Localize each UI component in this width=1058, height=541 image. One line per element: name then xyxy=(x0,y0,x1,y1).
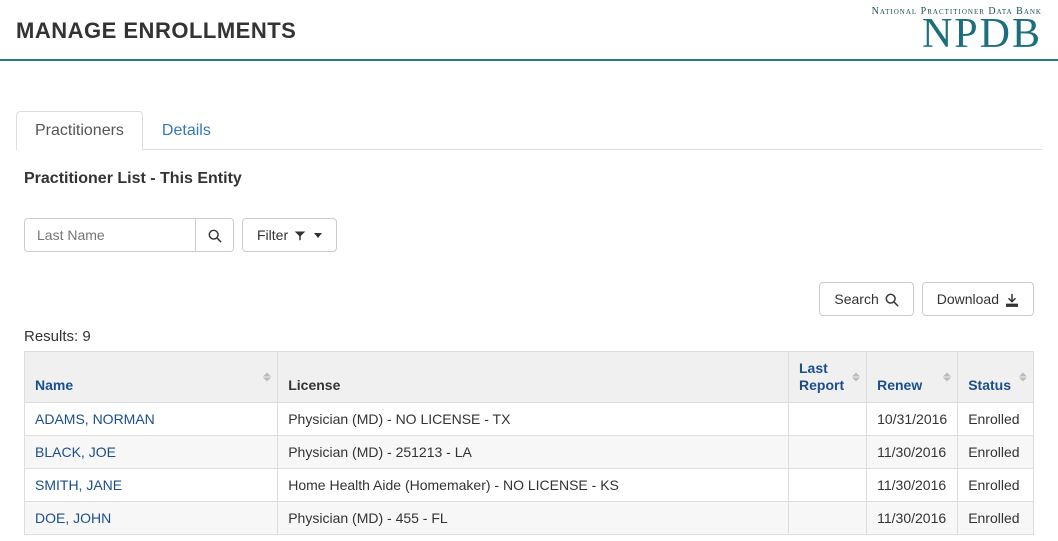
col-last-report-label: Last Report xyxy=(799,360,844,393)
filter-button[interactable]: Filter xyxy=(242,218,337,252)
cell-renew: 10/31/2016 xyxy=(867,402,958,435)
cell-name: SMITH, JANE xyxy=(25,468,278,501)
cell-license: Home Health Aide (Homemaker) - NO LICENS… xyxy=(278,468,789,501)
cell-license: Physician (MD) - 455 - FL xyxy=(278,501,789,534)
col-renew-label: Renew xyxy=(877,377,922,393)
col-license-label: License xyxy=(288,377,340,393)
cell-last-report xyxy=(789,402,867,435)
search-label: Search xyxy=(834,291,878,307)
cell-last-report xyxy=(789,501,867,534)
lastname-input-group xyxy=(24,218,234,252)
table-row: DOE, JOHN Physician (MD) - 455 - FL 11/30/… xyxy=(25,501,1034,534)
page-header: MANAGE ENROLLMENTS National Practitioner… xyxy=(0,0,1058,61)
col-status[interactable]: Status xyxy=(958,352,1034,403)
search-button[interactable]: Search xyxy=(819,282,913,316)
practitioner-name-link[interactable]: SMITH, JANE xyxy=(35,477,122,493)
col-renew[interactable]: Renew xyxy=(867,352,958,403)
tab-practitioners[interactable]: Practitioners xyxy=(16,111,143,150)
filter-icon xyxy=(294,227,306,243)
cell-name: ADAMS, NORMAN xyxy=(25,402,278,435)
content-area: Practitioners Details Practitioner List … xyxy=(0,61,1058,535)
cell-status: Enrolled xyxy=(958,402,1034,435)
results-prefix: Results: xyxy=(24,328,78,345)
practitioner-name-link[interactable]: ADAMS, NORMAN xyxy=(35,411,155,427)
lastname-input[interactable] xyxy=(25,219,195,251)
practitioner-name-link[interactable]: BLACK, JOE xyxy=(35,444,116,460)
tab-bar: Practitioners Details xyxy=(16,111,1042,150)
cell-status: Enrolled xyxy=(958,435,1034,468)
sort-icon xyxy=(852,373,860,382)
sort-icon xyxy=(1019,373,1027,382)
download-icon xyxy=(1005,291,1019,307)
cell-last-report xyxy=(789,435,867,468)
cell-name: DOE, JOHN xyxy=(25,501,278,534)
table-row: SMITH, JANE Home Health Aide (Homemaker) … xyxy=(25,468,1034,501)
download-label: Download xyxy=(937,291,999,307)
download-button[interactable]: Download xyxy=(922,282,1034,316)
col-name-label: Name xyxy=(35,377,73,393)
lastname-search-button[interactable] xyxy=(195,219,233,251)
filter-label: Filter xyxy=(257,227,288,243)
chevron-down-icon xyxy=(314,233,322,238)
cell-license: Physician (MD) - NO LICENSE - TX xyxy=(278,402,789,435)
section-title: Practitioner List - This Entity xyxy=(16,170,1042,188)
cell-status: Enrolled xyxy=(958,501,1034,534)
cell-status: Enrolled xyxy=(958,468,1034,501)
sort-icon xyxy=(943,373,951,382)
search-icon xyxy=(885,291,899,307)
search-icon xyxy=(208,227,222,242)
results-count: Results: 9 xyxy=(16,328,1042,345)
cell-renew: 11/30/2016 xyxy=(867,501,958,534)
cell-renew: 11/30/2016 xyxy=(867,468,958,501)
npdb-logo: National Practitioner Data Bank NPDB xyxy=(872,6,1042,55)
table-header: Name License Last Report Renew Status xyxy=(25,352,1034,403)
table-row: BLACK, JOE Physician (MD) - 251213 - LA 11… xyxy=(25,435,1034,468)
sort-icon xyxy=(263,373,271,382)
practitioner-table: Name License Last Report Renew Status xyxy=(24,351,1034,535)
logo-main: NPDB xyxy=(872,13,1042,55)
cell-last-report xyxy=(789,468,867,501)
tab-details[interactable]: Details xyxy=(143,111,230,150)
col-license: License xyxy=(278,352,789,403)
search-filter-controls: Filter xyxy=(16,218,1042,252)
right-actions: Search Download xyxy=(16,282,1042,316)
results-number: 9 xyxy=(82,328,90,345)
cell-license: Physician (MD) - 251213 - LA xyxy=(278,435,789,468)
practitioner-name-link[interactable]: DOE, JOHN xyxy=(35,510,111,526)
table-row: ADAMS, NORMAN Physician (MD) - NO LICENSE… xyxy=(25,402,1034,435)
col-status-label: Status xyxy=(968,377,1011,393)
cell-name: BLACK, JOE xyxy=(25,435,278,468)
col-name[interactable]: Name xyxy=(25,352,278,403)
table-body: ADAMS, NORMAN Physician (MD) - NO LICENSE… xyxy=(25,402,1034,534)
col-last-report[interactable]: Last Report xyxy=(789,352,867,403)
cell-renew: 11/30/2016 xyxy=(867,435,958,468)
page-title: MANAGE ENROLLMENTS xyxy=(16,18,296,44)
